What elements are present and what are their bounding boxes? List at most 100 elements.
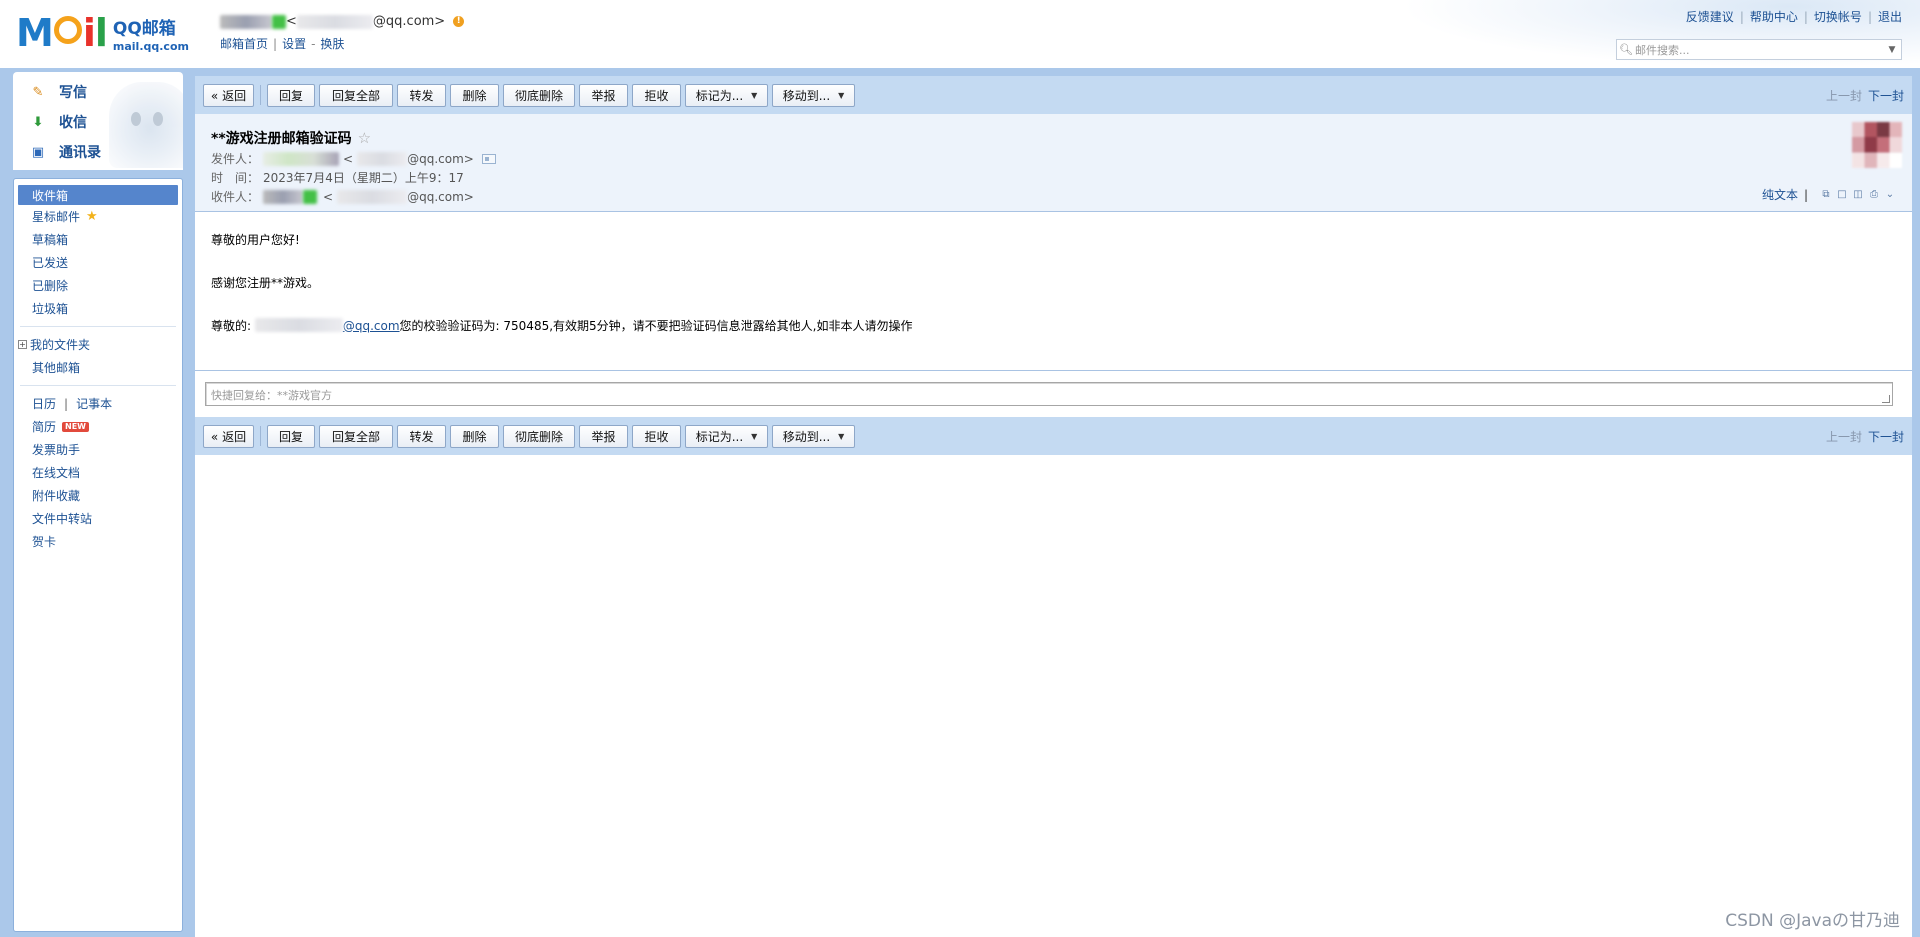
- settings-link[interactable]: 设置: [282, 37, 306, 51]
- prev-mail-link[interactable]: 上一封: [1826, 89, 1862, 103]
- caret-down-icon: ▼: [838, 90, 845, 100]
- sender-avatar[interactable]: [1852, 122, 1902, 168]
- qq-mail-logo[interactable]: Mil QQ邮箱 mail.qq.com: [16, 12, 189, 52]
- mail-search-input[interactable]: 🔍︎ 邮件搜索... ▼: [1616, 39, 1902, 60]
- sidebar-item-drafts[interactable]: 草稿箱: [14, 228, 182, 251]
- logo-domain: mail.qq.com: [112, 40, 189, 53]
- feedback-link[interactable]: 反馈建议: [1686, 10, 1734, 24]
- sidebar-item-docs[interactable]: 在线文档: [14, 461, 182, 484]
- mail-code-line: 尊敬的: @qq.com您的校验验证码为: 750485,有效期5分钟，请不要把…: [211, 317, 913, 333]
- calendar-link[interactable]: 日历: [32, 395, 56, 412]
- mail-time-value: 2023年7月4日（星期二）上午9：17: [263, 171, 464, 185]
- logo-name: QQ邮箱: [112, 19, 176, 39]
- recipient-name-redacted[interactable]: [263, 189, 304, 204]
- expand-icon[interactable]: +: [18, 340, 27, 349]
- logout-link[interactable]: 退出: [1878, 10, 1902, 24]
- resize-grip-icon[interactable]: [1882, 395, 1890, 403]
- chevron-down-icon[interactable]: ▼: [1883, 45, 1901, 55]
- contacts-button[interactable]: ▣ 通讯录: [29, 142, 101, 162]
- mark-as-dropdown[interactable]: 标记为... ▼: [685, 83, 768, 107]
- warning-icon[interactable]: !: [453, 16, 465, 27]
- move-to-dropdown[interactable]: 移动到... ▼: [772, 83, 855, 107]
- mailbox-home-link[interactable]: 邮箱首页: [220, 37, 268, 51]
- sidebar-item-attachments[interactable]: 附件收藏: [14, 484, 182, 507]
- sender-name-redacted[interactable]: [263, 151, 340, 166]
- delete-forever-button[interactable]: 彻底删除: [503, 424, 575, 448]
- star-outline-icon[interactable]: ☆: [358, 129, 371, 147]
- star-icon: ★: [86, 209, 98, 224]
- sidebar-nav: 收件箱 星标邮件 ★ 草稿箱 已发送 已删除 垃圾箱 + 我的文件夹 其他邮箱 日历…: [13, 178, 183, 932]
- mail-header: **游戏注册邮箱验证码 ☆ 发件人： < @qq.com> 时 间： 2023年…: [195, 114, 1912, 212]
- notes-link[interactable]: 记事本: [76, 395, 112, 412]
- caret-down-icon: ▼: [838, 431, 845, 441]
- back-button[interactable]: « 返回: [203, 83, 254, 107]
- mail-pager: 上一封 下一封: [1826, 428, 1904, 445]
- report-button[interactable]: 举报: [579, 424, 628, 448]
- delete-button[interactable]: 删除: [450, 424, 499, 448]
- download-icon: ⬇: [32, 114, 44, 130]
- new-window-icon[interactable]: ⧉: [1820, 189, 1832, 200]
- forward-button[interactable]: 转发: [397, 424, 446, 448]
- mail-subject: **游戏注册邮箱验证码: [211, 131, 352, 147]
- mail-toolbar-bottom: « 返回 回复 回复全部 转发 删除 彻底删除 举报 拒收 标记为... ▼ 移动…: [195, 417, 1912, 455]
- next-mail-link[interactable]: 下一封: [1868, 89, 1904, 103]
- forward-button[interactable]: 转发: [397, 83, 446, 107]
- prev-mail-link[interactable]: 上一封: [1826, 430, 1862, 444]
- quick-reply-input[interactable]: 快捷回复给：**游戏官方: [205, 382, 1893, 406]
- folder-icon[interactable]: ◫: [1852, 189, 1864, 200]
- mail-thanks: 感谢您注册**游戏。: [211, 275, 320, 290]
- nav-divider: [20, 326, 176, 327]
- sidebar-item-cards[interactable]: 贺卡: [14, 530, 182, 553]
- caret-down-icon: ▼: [751, 431, 758, 441]
- address-book-icon: ▣: [31, 144, 45, 160]
- account-name-redacted-2: [272, 14, 286, 29]
- sidebar-item-inbox[interactable]: 收件箱: [18, 185, 178, 205]
- reply-button[interactable]: 回复: [267, 424, 315, 448]
- logo-ring-icon: [53, 16, 82, 44]
- sidebar-item-deleted[interactable]: 已删除: [14, 274, 182, 297]
- next-mail-link[interactable]: 下一封: [1868, 430, 1904, 444]
- reject-button[interactable]: 拒收: [632, 83, 681, 107]
- sidebar-item-my-folders[interactable]: + 我的文件夹: [14, 333, 182, 356]
- sidebar-item-invoice[interactable]: 发票助手: [14, 438, 182, 461]
- delete-button[interactable]: 删除: [450, 83, 499, 107]
- account-email-suffix: @qq.com>: [372, 14, 446, 29]
- plain-text-link[interactable]: 纯文本: [1762, 186, 1798, 203]
- print-icon[interactable]: ⎙: [1868, 189, 1880, 200]
- mail-header-tools: 纯文本 | ⧉ □ ◫ ⎙ ⌄: [1761, 186, 1896, 203]
- mail-body: 尊敬的用户您好! 感谢您注册**游戏。 尊敬的: @qq.com您的校验验证码为…: [211, 232, 912, 360]
- switch-account-link[interactable]: 切换帐号: [1814, 10, 1862, 24]
- report-button[interactable]: 举报: [579, 83, 628, 107]
- code-email-redacted: [254, 317, 343, 332]
- help-center-link[interactable]: 帮助中心: [1750, 10, 1798, 24]
- pencil-icon: ✎: [32, 84, 44, 100]
- search-icon[interactable]: 🔍︎: [1617, 43, 1635, 56]
- mail-toolbar-top: « 返回 回复 回复全部 转发 删除 彻底删除 举报 拒收 标记为... ▼ 移动…: [195, 76, 1912, 114]
- compose-button[interactable]: ✎ 写信: [29, 82, 87, 102]
- mail-greeting: 尊敬的用户您好!: [211, 233, 300, 247]
- page-icon[interactable]: □: [1836, 189, 1848, 200]
- receive-button[interactable]: ⬇ 收信: [29, 112, 87, 132]
- mail-pager: 上一封 下一封: [1826, 87, 1904, 104]
- sidebar-item-transfer[interactable]: 文件中转站: [14, 507, 182, 530]
- reply-all-button[interactable]: 回复全部: [319, 424, 393, 448]
- expand-more-icon[interactable]: ⌄: [1884, 189, 1896, 200]
- delete-forever-button[interactable]: 彻底删除: [503, 83, 575, 107]
- sidebar-item-starred[interactable]: 星标邮件 ★: [14, 205, 182, 228]
- code-email-link[interactable]: @qq.com: [343, 319, 400, 333]
- sender-email-redacted: [357, 151, 408, 166]
- sidebar-item-sent[interactable]: 已发送: [14, 251, 182, 274]
- mail-reading-pane: « 返回 回复 回复全部 转发 删除 彻底删除 举报 拒收 标记为... ▼ 移动…: [195, 76, 1912, 937]
- reply-all-button[interactable]: 回复全部: [319, 83, 393, 107]
- reject-button[interactable]: 拒收: [632, 424, 681, 448]
- change-skin-link[interactable]: 换肤: [320, 37, 344, 51]
- back-button[interactable]: « 返回: [203, 424, 254, 448]
- reply-button[interactable]: 回复: [267, 83, 315, 107]
- sidebar-item-spam[interactable]: 垃圾箱: [14, 297, 182, 320]
- mail-sender: 发件人： < @qq.com>: [211, 150, 496, 167]
- contact-card-icon[interactable]: [481, 153, 496, 164]
- sidebar-item-other-mail[interactable]: 其他邮箱: [14, 356, 182, 379]
- sidebar-item-resume[interactable]: 简历 NEW: [14, 415, 182, 438]
- move-to-dropdown[interactable]: 移动到... ▼: [772, 424, 855, 448]
- mark-as-dropdown[interactable]: 标记为... ▼: [685, 424, 768, 448]
